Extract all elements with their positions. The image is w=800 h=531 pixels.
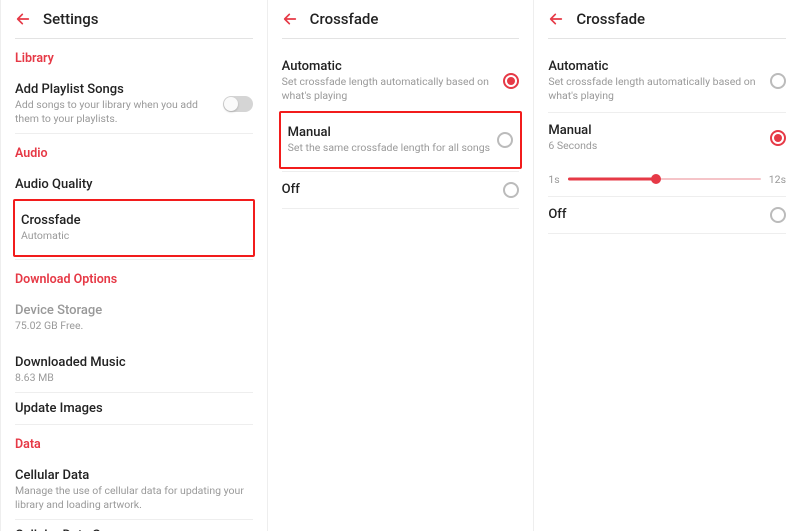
slider-track[interactable] [568,177,761,181]
downloaded-music-title: Downloaded Music [15,355,253,370]
update-images-row[interactable]: Update Images [15,393,253,425]
section-downloads: Download Options [15,272,253,287]
crossfade-automatic-row[interactable]: Automatic Set crossfade length automatic… [548,49,786,113]
crossfade-manual-title: Manual [548,123,597,138]
section-library: Library [15,51,253,66]
audio-quality-row[interactable]: Audio Quality [15,169,253,201]
crossfade-sub: Automatic [21,229,247,243]
add-playlist-songs-row[interactable]: Add Playlist Songs Add songs to your lib… [15,74,253,134]
crossfade-automatic-sub: Set crossfade length automatically based… [548,75,770,102]
crossfade-manual-highlight: Manual Set the same crossfade length for… [279,111,522,170]
device-storage-title: Device Storage [15,303,253,318]
crossfade-off-row[interactable]: Off [548,197,786,234]
add-playlist-songs-sub: Add songs to your library when you add t… [15,98,223,125]
cellular-saver-row[interactable]: Cellular Data Saver Sets your music and … [15,520,253,531]
device-storage-row[interactable]: Device Storage 75.02 GB Free. [15,295,253,341]
crossfade-row[interactable]: Crossfade Automatic [17,203,251,253]
crossfade-manual-sub: Set the same crossfade length for all so… [288,141,490,155]
crossfade-manual-radio[interactable] [497,132,513,148]
page-title: Crossfade [576,10,645,28]
downloaded-music-row[interactable]: Downloaded Music 8.63 MB [15,347,253,394]
crossfade-automatic-radio[interactable] [770,73,786,89]
header: Crossfade [548,10,786,39]
header: Crossfade [282,10,520,39]
crossfade-automatic-row[interactable]: Automatic Set crossfade length automatic… [282,49,520,113]
page-title: Crossfade [310,10,379,28]
audio-quality-title: Audio Quality [15,177,253,192]
settings-panel: Settings Library Add Playlist Songs Add … [0,0,267,531]
crossfade-off-radio[interactable] [770,207,786,223]
crossfade-manual-title: Manual [288,125,490,140]
crossfade-slider[interactable]: 1s 12s [548,163,786,197]
slider-fill [568,178,656,181]
section-audio: Audio [15,146,253,161]
back-arrow-icon[interactable] [548,11,564,27]
slider-thumb[interactable] [651,174,661,184]
crossfade-highlight: Crossfade Automatic [13,199,256,258]
add-playlist-songs-title: Add Playlist Songs [15,82,223,97]
crossfade-automatic-sub: Set crossfade length automatically based… [282,75,504,102]
crossfade-manual-row[interactable]: Manual Set the same crossfade length for… [284,115,518,165]
slider-min-label: 1s [548,173,559,186]
back-arrow-icon[interactable] [15,11,31,27]
crossfade-panel-auto: Crossfade Automatic Set crossfade length… [267,0,534,531]
crossfade-off-radio[interactable] [503,182,519,198]
crossfade-automatic-radio[interactable] [503,73,519,89]
crossfade-off-title: Off [282,182,300,197]
section-data: Data [15,437,253,452]
crossfade-manual-sub: 6 Seconds [548,139,597,153]
page-title: Settings [43,10,99,28]
crossfade-manual-radio[interactable] [770,130,786,146]
downloaded-music-sub: 8.63 MB [15,371,253,385]
device-storage-sub: 75.02 GB Free. [15,319,253,333]
add-playlist-songs-toggle[interactable] [223,96,253,112]
back-arrow-icon[interactable] [282,11,298,27]
crossfade-title: Crossfade [21,213,247,228]
crossfade-automatic-title: Automatic [282,59,504,74]
crossfade-panel-manual: Crossfade Automatic Set crossfade length… [533,0,800,531]
cellular-data-row[interactable]: Cellular Data Manage the use of cellular… [15,460,253,520]
header: Settings [15,10,253,39]
slider-max-label: 12s [769,173,786,186]
crossfade-off-row[interactable]: Off [282,172,520,209]
crossfade-manual-row[interactable]: Manual 6 Seconds [548,113,786,163]
cellular-data-title: Cellular Data [15,468,253,483]
update-images-title: Update Images [15,401,253,416]
crossfade-automatic-title: Automatic [548,59,770,74]
cellular-data-sub: Manage the use of cellular data for upda… [15,484,253,511]
crossfade-off-title: Off [548,207,566,222]
